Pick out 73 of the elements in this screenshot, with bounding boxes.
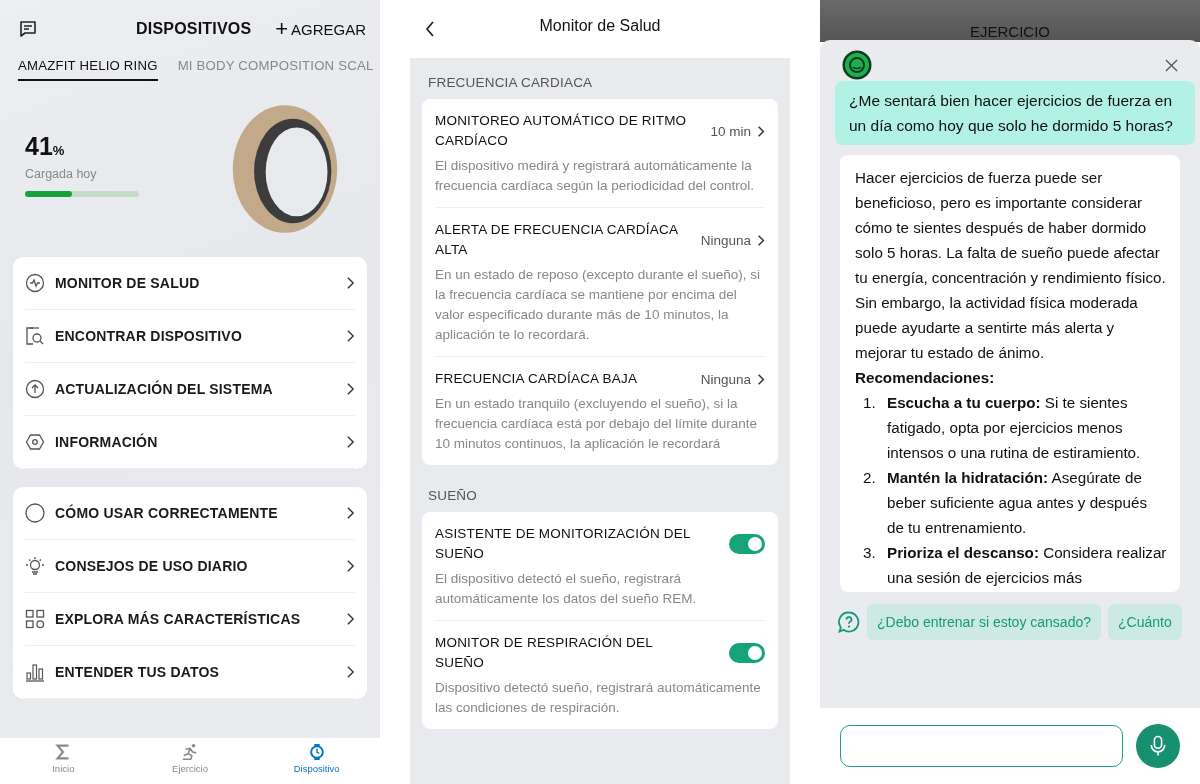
search-document-icon <box>25 326 45 346</box>
bar-chart-icon <box>25 662 45 682</box>
answer-paragraph: Hacer ejercicios de fuerza puede ser beneficioso, pero es importante considerar cómo te sientes después de haber dormido solo 5 horas. La falta de sueño puede afectar tu energía, concentración y rendimiento físico. Sin embargo, la actividad física moderada puede ayudarte a sentirte más alerta y mejorar tu estado de ánimo. <box>855 168 1167 363</box>
list-item-text: Mantén la hidratación: Asegúrate de beber suficiente agua antes y después de tu entrenamiento. <box>887 468 1149 538</box>
setting-description: El dispositivo detectó el sueño, registrará automáticamente los datos del sueño REM. <box>435 570 698 608</box>
menu-item[interactable]: CONSEJOS DE USO DIARIO <box>25 540 355 593</box>
answer-heading: Recomendaciones: <box>855 368 996 388</box>
section-heading: SUEÑO <box>427 487 478 505</box>
setting-description: Dispositivo detectó sueño, registrará automáticamente las condiciones de respiración. <box>435 679 762 717</box>
circle-icon <box>25 503 45 523</box>
chevron-right-icon <box>346 665 355 679</box>
message-icon[interactable] <box>18 19 38 39</box>
setting-title: ASISTENTE DE MONITORIZACIÓN DEL SUEÑO <box>435 525 692 563</box>
setting-title: MONITOR DE RESPIRACIÓN DEL SUEÑO <box>435 634 654 672</box>
menu-item[interactable]: ACTUALIZACIÓN DEL SISTEMA <box>25 363 355 416</box>
runner-icon <box>181 743 199 761</box>
chevron-right-icon <box>346 612 355 626</box>
microphone-icon <box>1149 735 1167 757</box>
battery-percentage: 41 <box>25 131 53 161</box>
setting-title: FRECUENCIA CARDÍACA BAJA <box>435 370 638 388</box>
section-heading: FRECUENCIA CARDIACA <box>427 74 594 92</box>
menu-item[interactable]: MONITOR DE SALUD <box>25 257 355 310</box>
chevron-right-icon <box>346 435 355 449</box>
chevron-right-icon <box>346 559 355 573</box>
nav-tab[interactable]: Dispositivo <box>253 738 380 784</box>
chevron-right-icon <box>757 233 765 247</box>
setting-value-link[interactable]: Ninguna <box>700 371 765 387</box>
list-number: 1. <box>863 393 877 413</box>
hexagon-icon <box>25 432 45 452</box>
menu-item[interactable]: ENTENDER TUS DATOS <box>25 646 355 699</box>
close-icon[interactable] <box>1165 58 1178 72</box>
chevron-right-icon <box>346 329 355 343</box>
setting-value-link[interactable]: Ninguna <box>700 232 765 248</box>
add-device-button[interactable]: +AGREGAR <box>275 18 366 40</box>
help-bubble-icon <box>838 611 860 633</box>
chevron-right-icon <box>757 124 765 138</box>
setting-title: MONITOREO AUTOMÁTICO DE RITMO CARDÍACO <box>435 112 688 150</box>
setting-description: El dispositivo medirá y registrará automáticamente la frecuencia cardíaca según la periodicidad del control. <box>435 157 755 195</box>
list-number: 3. <box>863 543 877 563</box>
screen-title: EJERCICIO <box>970 23 1050 42</box>
lightbulb-icon <box>25 556 45 576</box>
assistant-avatar-icon <box>842 50 872 80</box>
setting-title: ALERTA DE FRECUENCIA CARDÍACA ALTA <box>435 221 679 259</box>
menu-item[interactable]: ENCONTRAR DISPOSITIVO <box>25 310 355 363</box>
percent-sign: % <box>52 142 65 158</box>
list-item-text: Prioriza el descanso: Considera realizar una sesión de ejercicios más <box>887 543 1168 588</box>
message-input-field[interactable] <box>840 725 1123 767</box>
pulse-icon <box>25 273 45 293</box>
menu-item[interactable]: CÓMO USAR CORRECTAMENTE <box>25 487 355 540</box>
battery-caption: Cargada hoy <box>25 166 98 181</box>
list-item-text: Escucha a tu cuerpo: Si te sientes fatigado, opta por ejercicios menos intensos o una rutina de estiramiento. <box>887 393 1142 463</box>
menu-item[interactable]: INFORMACIÓN <box>25 416 355 469</box>
chevron-right-icon <box>346 276 355 290</box>
device-tab[interactable]: AMAZFIT HELIO RING <box>18 58 158 81</box>
chevron-right-icon <box>757 372 765 386</box>
screen-title: DISPOSITIVOS <box>136 20 252 38</box>
chevron-right-icon <box>346 506 355 520</box>
nav-tab[interactable]: Inicio <box>0 738 127 784</box>
screen-title: Monitor de Salud <box>539 17 661 35</box>
user-message-bubble: ¿Me sentará bien hacer ejercicios de fuerza en un día como hoy que solo he dormido 5 horas? <box>835 81 1195 145</box>
setting-value-link[interactable]: 10 min <box>710 123 765 139</box>
watch-icon <box>307 743 326 761</box>
list-number: 2. <box>863 468 877 488</box>
setting-description: En un estado de reposo (excepto durante el sueño), si la frecuencia cardíaca se mantiene por encima del valor especificado durante más de 10 minutos, la aplicación te lo recordará. <box>435 266 761 344</box>
toggle-switch[interactable] <box>729 643 765 663</box>
chevron-right-icon <box>346 382 355 396</box>
grid-icon <box>25 609 45 629</box>
toggle-switch[interactable] <box>729 534 765 554</box>
nav-tab[interactable]: Ejercicio <box>126 738 254 784</box>
upload-icon <box>25 379 45 399</box>
setting-description: En un estado tranquilo (excluyendo el sueño), si la frecuencia cardíaca está por debajo del límite durante 10 minutos continuos, la aplicación le recordará <box>435 395 758 453</box>
microphone-button[interactable] <box>1136 724 1180 768</box>
menu-item[interactable]: EXPLORA MÁS CARACTERÍSTICAS <box>25 593 355 646</box>
